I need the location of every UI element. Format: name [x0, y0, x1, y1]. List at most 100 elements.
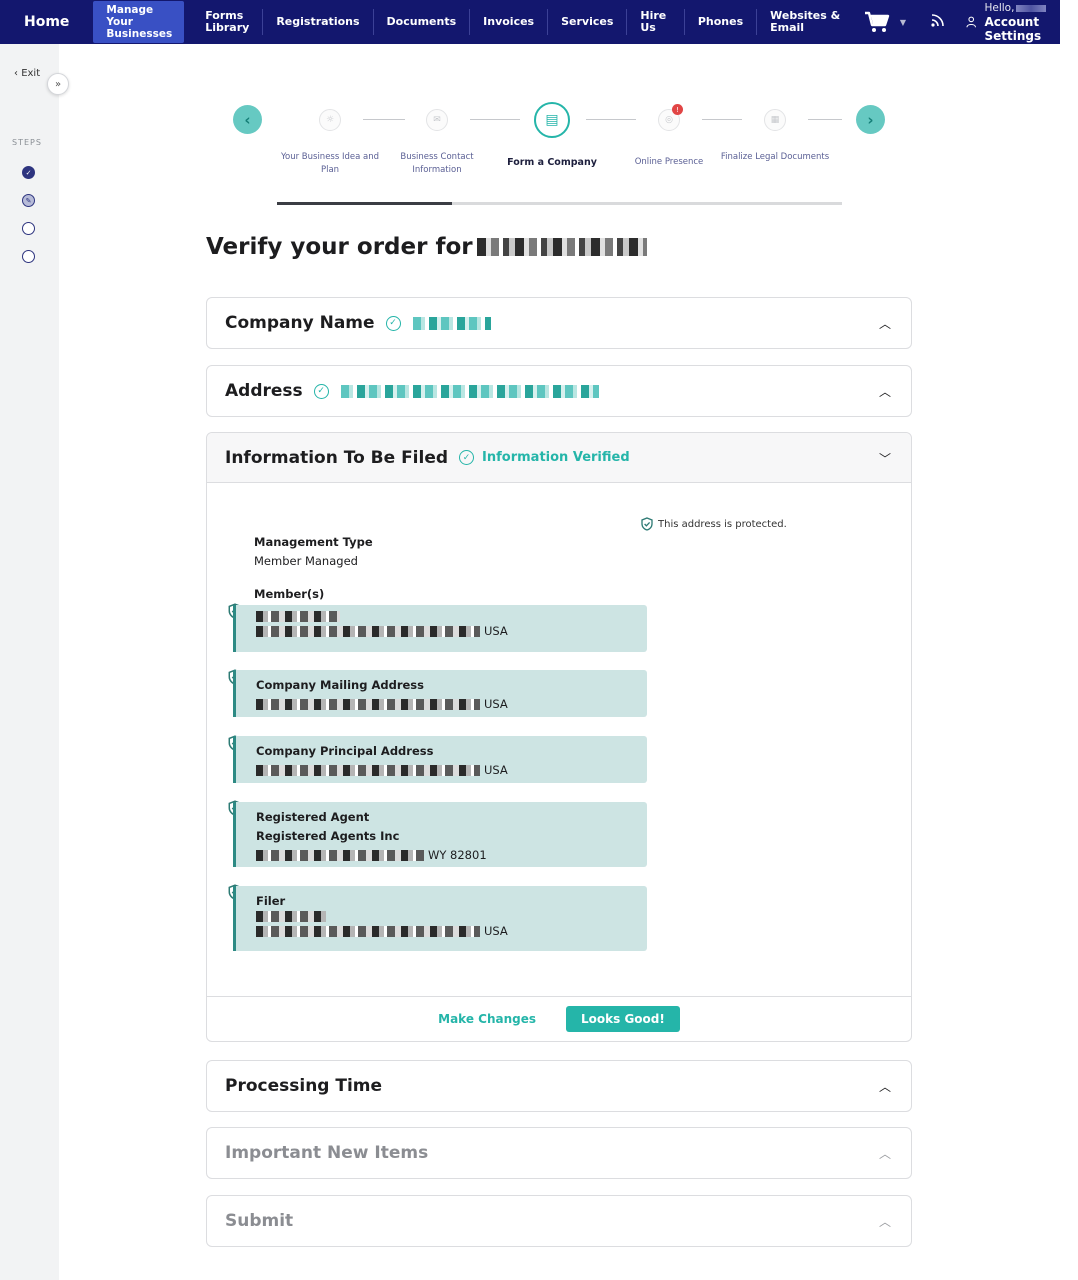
sidebar-step-4[interactable] [22, 250, 35, 263]
lightbulb-icon[interactable]: ☼ [319, 109, 341, 131]
step-connector [470, 119, 520, 120]
information-filed-section: Information To Be Filed ✓ Information Ve… [206, 432, 912, 1042]
chevron-right-icon: › [867, 110, 874, 129]
nav-phones[interactable]: Phones [685, 9, 758, 35]
section-title: Company Name [225, 313, 375, 333]
redacted-member-address [256, 625, 480, 637]
section-title: Submit [225, 1211, 294, 1231]
double-chevron-right-icon: » [54, 78, 62, 90]
chevron-up-icon[interactable]: ︿ [879, 1078, 891, 1095]
step-connector [808, 119, 842, 120]
information-filed-header[interactable]: Information To Be Filed ✓ Information Ve… [207, 433, 911, 483]
make-changes-button[interactable]: Make Changes [438, 1012, 536, 1026]
principal-address-label: Company Principal Address [256, 744, 434, 758]
page-title: Verify your order for [206, 234, 647, 260]
shield-check-icon [641, 517, 653, 531]
pencil-icon: ✎ [25, 196, 32, 205]
step-label-online-presence[interactable]: Online Presence [614, 156, 724, 169]
document-icon[interactable]: ▦ [764, 109, 786, 131]
nav-websites-email[interactable]: Websites & Email [757, 9, 856, 35]
nav-invoices[interactable]: Invoices [470, 9, 549, 35]
chevron-up-icon[interactable]: ︿ [879, 383, 891, 400]
nav-services[interactable]: Services [548, 9, 628, 35]
protected-address-note: This address is protected. [641, 517, 787, 531]
redacted-filer-name [256, 911, 326, 922]
cart-button[interactable]: ▼ [864, 11, 906, 33]
stepper-progress-bar [277, 202, 842, 205]
check-circle-icon: ✓ [459, 450, 475, 465]
chevron-up-icon[interactable]: ︿ [879, 1145, 891, 1162]
redacted-filer-address [256, 925, 480, 937]
nav-manage-businesses[interactable]: Manage Your Businesses [93, 1, 185, 43]
account-settings-label: Account Settings [984, 15, 1042, 43]
check-circle-icon: ✓ [313, 383, 329, 399]
step-connector [363, 119, 405, 120]
redacted-value [412, 316, 491, 330]
sidebar-step-3[interactable] [22, 222, 35, 235]
management-type-label: Management Type [254, 535, 373, 549]
section-title: Important New Items [225, 1143, 429, 1163]
chevron-down-icon[interactable]: ﹀ [879, 450, 891, 467]
nav-forms-library[interactable]: Forms Library [192, 9, 264, 35]
information-filed-actions: Make Changes Looks Good! [207, 997, 911, 1041]
section-title: Address [225, 381, 303, 401]
submit-section[interactable]: Submit ︿ [206, 1195, 912, 1247]
processing-time-section[interactable]: Processing Time ︿ [206, 1060, 912, 1112]
redacted-company-name [476, 238, 647, 256]
mailing-address-box: Company Mailing Address USA [233, 670, 647, 717]
redacted-username [1016, 4, 1047, 12]
important-new-items-section[interactable]: Important New Items ︿ [206, 1127, 912, 1179]
filer-box: Filer USA [233, 886, 647, 951]
registered-agent-label: Registered Agent [256, 810, 370, 824]
chevron-left-icon: ‹ [244, 110, 251, 129]
nav-hire-us[interactable]: Hire Us [627, 9, 685, 35]
address-section[interactable]: Address ✓ ︿ [206, 365, 912, 417]
looks-good-button[interactable]: Looks Good! [566, 1006, 680, 1032]
registered-agent-box: Registered Agent Registered Agents Inc W… [233, 802, 647, 867]
step-connector [586, 119, 636, 120]
sidebar-step-2[interactable]: ✎ [22, 194, 35, 207]
nav-documents[interactable]: Documents [374, 9, 471, 35]
account-menu[interactable]: Hello, Account Settings [966, 1, 1060, 43]
step-connector [702, 119, 742, 120]
stepper-prev-button[interactable]: ‹ [233, 105, 262, 134]
top-nav: Home Manage Your Businesses Forms Librar… [0, 0, 1060, 44]
alert-icon: ! [672, 104, 683, 115]
exit-link[interactable]: ‹ Exit [14, 68, 40, 79]
progress-stepper: ‹ ☼ ✉ ▤ ◎ ! ▦ › Your Business Idea and P… [230, 100, 890, 210]
section-title: Information To Be Filed [225, 447, 449, 468]
steps-sidebar: ‹ Exit STEPS ✓ ✎ [0, 44, 59, 1280]
step-label-contact-info[interactable]: Business Contact Information [382, 151, 492, 177]
rss-icon [931, 14, 944, 27]
contact-card-icon[interactable]: ✉ [426, 109, 448, 131]
sidebar-step-1[interactable]: ✓ [22, 166, 35, 179]
member-info-box: USA [233, 605, 647, 652]
chevron-up-icon[interactable]: ︿ [879, 1213, 891, 1230]
section-title: Processing Time [225, 1076, 383, 1096]
nav-home[interactable]: Home [0, 14, 93, 30]
company-name-section[interactable]: Company Name ✓ ︿ [206, 297, 912, 349]
members-label: Member(s) [254, 587, 325, 601]
hello-text: Hello, [984, 2, 1015, 14]
principal-address-box: Company Principal Address USA [233, 736, 647, 783]
step-label-finalize-legal[interactable]: Finalize Legal Documents [720, 151, 830, 164]
expand-sidebar-button[interactable]: » [47, 73, 69, 95]
nav-registrations[interactable]: Registrations [263, 9, 374, 35]
steps-label: STEPS [12, 138, 42, 147]
stepper-next-button[interactable]: › [856, 105, 885, 134]
check-circle-icon: ✓ [385, 315, 401, 331]
step-label-business-idea[interactable]: Your Business Idea and Plan [275, 151, 385, 177]
information-filed-body: This address is protected. Management Ty… [207, 483, 911, 997]
chevron-down-icon[interactable]: ▼ [900, 18, 906, 27]
step-label-form-company[interactable]: Form a Company [497, 156, 607, 169]
mailing-address-label: Company Mailing Address [256, 678, 424, 692]
user-icon [966, 16, 977, 28]
management-type-value: Member Managed [254, 554, 358, 568]
company-form-icon[interactable]: ▤ [534, 102, 570, 138]
cart-icon [864, 11, 890, 32]
rss-feed-button[interactable] [930, 12, 946, 32]
redacted-member-name [256, 611, 340, 622]
chevron-up-icon[interactable]: ︿ [879, 315, 891, 332]
filer-label: Filer [256, 894, 286, 908]
redacted-mailing-address [256, 698, 480, 710]
